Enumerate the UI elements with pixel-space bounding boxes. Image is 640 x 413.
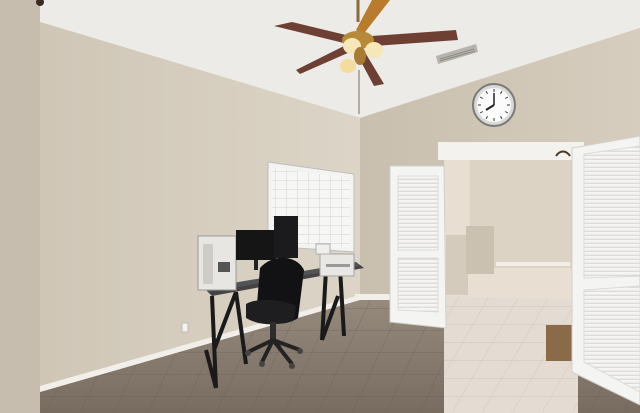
bifold-door	[389, 165, 447, 329]
wall-outlet	[181, 322, 189, 333]
room-photo	[0, 0, 640, 413]
baseboard-back	[355, 294, 391, 300]
wall-clock	[472, 83, 516, 127]
computer-tower	[197, 235, 237, 291]
room-illustration	[0, 0, 640, 413]
louvered-door	[571, 135, 640, 406]
doorway	[438, 142, 584, 413]
left-edge-wall	[0, 0, 40, 413]
